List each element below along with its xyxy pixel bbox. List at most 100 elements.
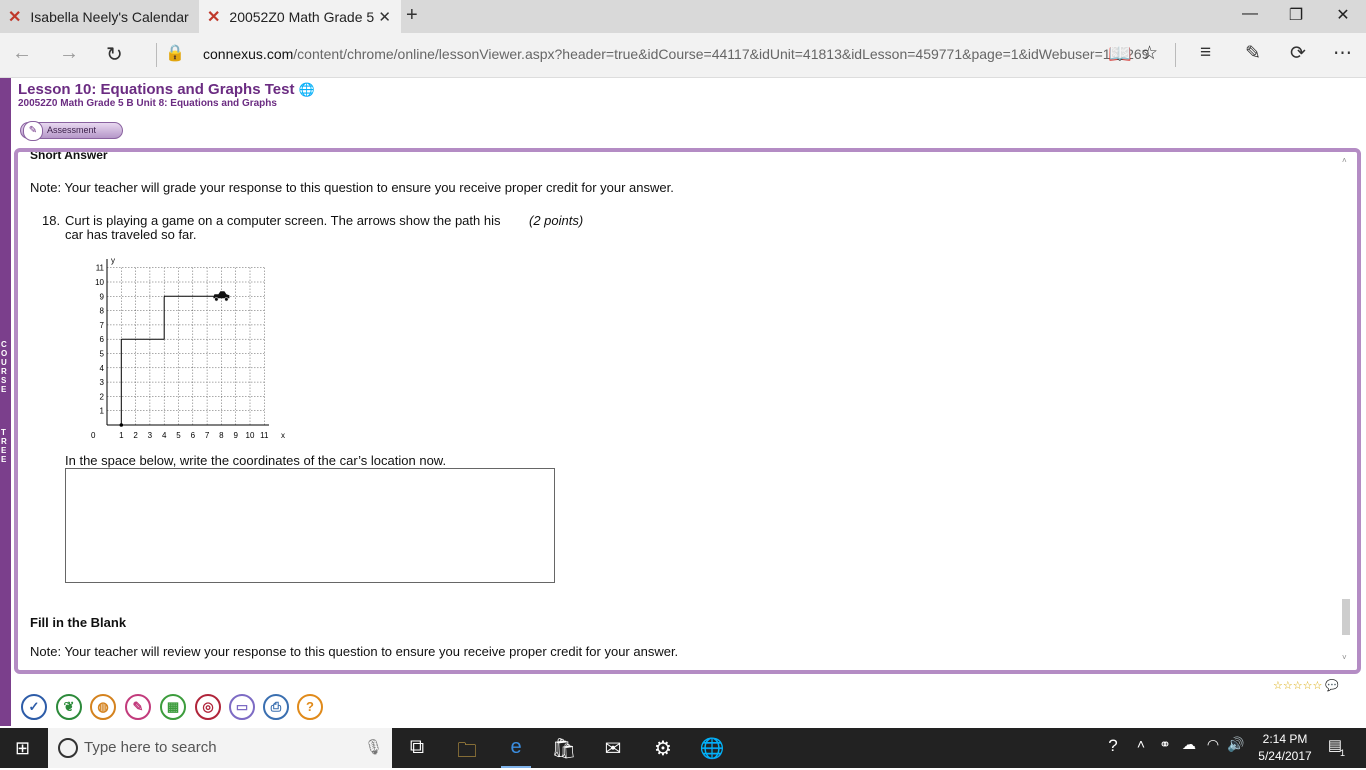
answer-textarea[interactable]	[65, 468, 555, 583]
course-tree-letter: E	[1, 446, 7, 455]
course-tree-letter: S	[1, 376, 7, 385]
task-view-icon[interactable]: ⧉	[402, 736, 432, 759]
x-tick-label: 1	[119, 431, 124, 440]
calculator-icon[interactable]: ▦	[160, 694, 186, 720]
print-icon[interactable]: ⎙	[263, 694, 289, 720]
leaf-icon[interactable]: ❦	[56, 694, 82, 720]
y-tick-label: 7	[100, 321, 105, 330]
car-icon	[213, 291, 230, 302]
restore-button[interactable]: ❐	[1273, 5, 1319, 25]
more-icon[interactable]: ⋯	[1333, 42, 1352, 65]
course-tree-letter: E	[1, 455, 7, 464]
y-tick-label: 1	[100, 407, 105, 416]
x-tick-label: 9	[233, 431, 238, 440]
back-icon[interactable]: ←	[12, 42, 32, 65]
browser-tab-strip: ✕ Isabella Neely's Calendar ✕ 20052Z0 Ma…	[0, 0, 1366, 33]
lock-icon: 🔒	[165, 45, 185, 62]
target-icon[interactable]: ◎	[195, 694, 221, 720]
action-center-icon[interactable]: ▤	[1320, 736, 1350, 754]
tab-calendar[interactable]: ✕ Isabella Neely's Calendar	[0, 0, 198, 33]
question-number: 18.	[42, 213, 61, 228]
new-tab-button[interactable]: +	[406, 4, 418, 27]
system-clock[interactable]: 2:14 PM 5/24/2017	[1255, 731, 1315, 765]
y-axis-label: y	[111, 256, 115, 265]
divider	[156, 43, 157, 67]
question-points: (2 points)	[529, 213, 584, 228]
settings-gear-icon[interactable]: ⚙	[648, 736, 678, 761]
assessment-label: Assessment	[47, 125, 97, 135]
course-tree-letter: U	[1, 358, 7, 367]
volume-icon[interactable]: 🔊	[1221, 736, 1251, 753]
minimize-button[interactable]: —	[1227, 5, 1273, 23]
edge-browser-icon[interactable]: e	[501, 736, 531, 768]
course-tree-letter: E	[1, 385, 7, 394]
forward-icon[interactable]: →	[59, 42, 79, 65]
address-bar[interactable]: connexus.com/content/chrome/online/lesso…	[203, 46, 1149, 62]
assessment-icon: ✎	[23, 121, 43, 141]
rating-stars[interactable]: ☆☆☆☆☆ 💬	[1273, 679, 1339, 692]
tab-label: 20052Z0 Math Grade 5	[229, 8, 375, 25]
car-path	[119, 295, 222, 427]
taskbar: ⊞ Type here to search 🎙 ⧉ 🗀 e 🛍 ✉ ⚙ 🌐 ? …	[0, 728, 1366, 768]
mail-icon[interactable]: ✉	[598, 736, 628, 761]
x-tick-label: 3	[148, 431, 153, 440]
share-icon[interactable]: ⟳	[1290, 42, 1306, 65]
hub-icon[interactable]: ≡	[1200, 42, 1211, 64]
y-tick-label: 4	[100, 364, 105, 373]
web-note-icon[interactable]: ✎	[1245, 42, 1261, 65]
y-tick-label: 11	[96, 264, 105, 273]
store-icon[interactable]: 🛍	[549, 736, 579, 761]
globe-icon[interactable]: ◍	[90, 694, 116, 720]
scroll-thumb[interactable]	[1342, 599, 1350, 635]
url-path: /content/chrome/online/lessonViewer.aspx…	[293, 46, 1150, 62]
file-explorer-icon[interactable]: 🗀	[452, 736, 482, 770]
close-tab-icon[interactable]: ✕	[378, 8, 391, 26]
x-axis-label: x	[281, 431, 285, 440]
url-domain: connexus.com	[203, 46, 294, 62]
comment-icon[interactable]: 💬	[1325, 680, 1339, 692]
help-tray-icon[interactable]: ?	[1098, 736, 1128, 756]
reading-view-icon[interactable]: 📖	[1108, 42, 1132, 66]
check-icon[interactable]: ✓	[21, 694, 47, 720]
tab-math-grade-5[interactable]: ✕ 20052Z0 Math Grade 5 ✕	[199, 0, 401, 33]
origin-label: 0	[91, 431, 96, 440]
pencil-icon[interactable]: ✎	[125, 694, 151, 720]
scroll-up-icon[interactable]: ˄	[1342, 156, 1347, 165]
y-tick-label: 6	[100, 335, 105, 344]
coordinate-grid-graph: 1 2 3 4 5 6 7 8 9 10 11 1234567891011 0 x y	[91, 256, 285, 440]
scroll-down-icon[interactable]: ˅	[1342, 653, 1347, 662]
notification-count: 1	[1340, 748, 1346, 758]
app-globe-icon[interactable]: 🌐	[697, 736, 727, 761]
x-tick-label: 10	[246, 431, 255, 440]
course-tree-letter: R	[1, 437, 7, 446]
y-tick-label: 10	[95, 278, 104, 287]
help-icon[interactable]: ?	[297, 694, 323, 720]
taskbar-search-box[interactable]: Type here to search 🎙	[48, 728, 392, 768]
x-tick-label: 5	[176, 431, 181, 440]
x-tick-label: 4	[162, 431, 167, 440]
y-tick-label: 5	[100, 350, 105, 359]
microphone-icon[interactable]: 🎙	[364, 738, 383, 756]
content-scrollbar[interactable]: ˄ ˅	[1341, 156, 1351, 663]
refresh-icon[interactable]: ↻	[106, 42, 123, 67]
car-body	[213, 291, 230, 299]
close-window-button[interactable]: ✕	[1320, 5, 1366, 25]
connexus-x-icon: ✕	[207, 8, 221, 26]
favorite-star-icon[interactable]: ☆	[1141, 42, 1158, 65]
x-tick-label: 2	[133, 431, 138, 440]
windows-start-icon[interactable]: ⊞	[15, 738, 30, 759]
lesson-title: Lesson 10: Equations and Graphs Test 🌐	[18, 81, 315, 98]
y-tick-labels: 1 2 3 4 5 6 7 8 9 10 11	[95, 264, 104, 416]
cortana-icon	[58, 738, 78, 758]
section-heading-short-answer: Short Answer	[30, 148, 108, 162]
car-wheel	[224, 297, 229, 302]
course-tree-strip[interactable]: C O U R S E T R E E	[0, 78, 11, 726]
path-start-point	[119, 423, 124, 427]
y-tick-label: 3	[100, 378, 105, 387]
rating-stars-text: ☆☆☆☆☆	[1273, 680, 1323, 692]
book-icon[interactable]: ▭	[229, 694, 255, 720]
assessment-button[interactable]: ✎ Assessment	[20, 121, 123, 141]
axes	[106, 259, 269, 426]
question-text-line2: car has traveled so far.	[65, 227, 197, 242]
x-tick-label: 11	[260, 431, 269, 440]
